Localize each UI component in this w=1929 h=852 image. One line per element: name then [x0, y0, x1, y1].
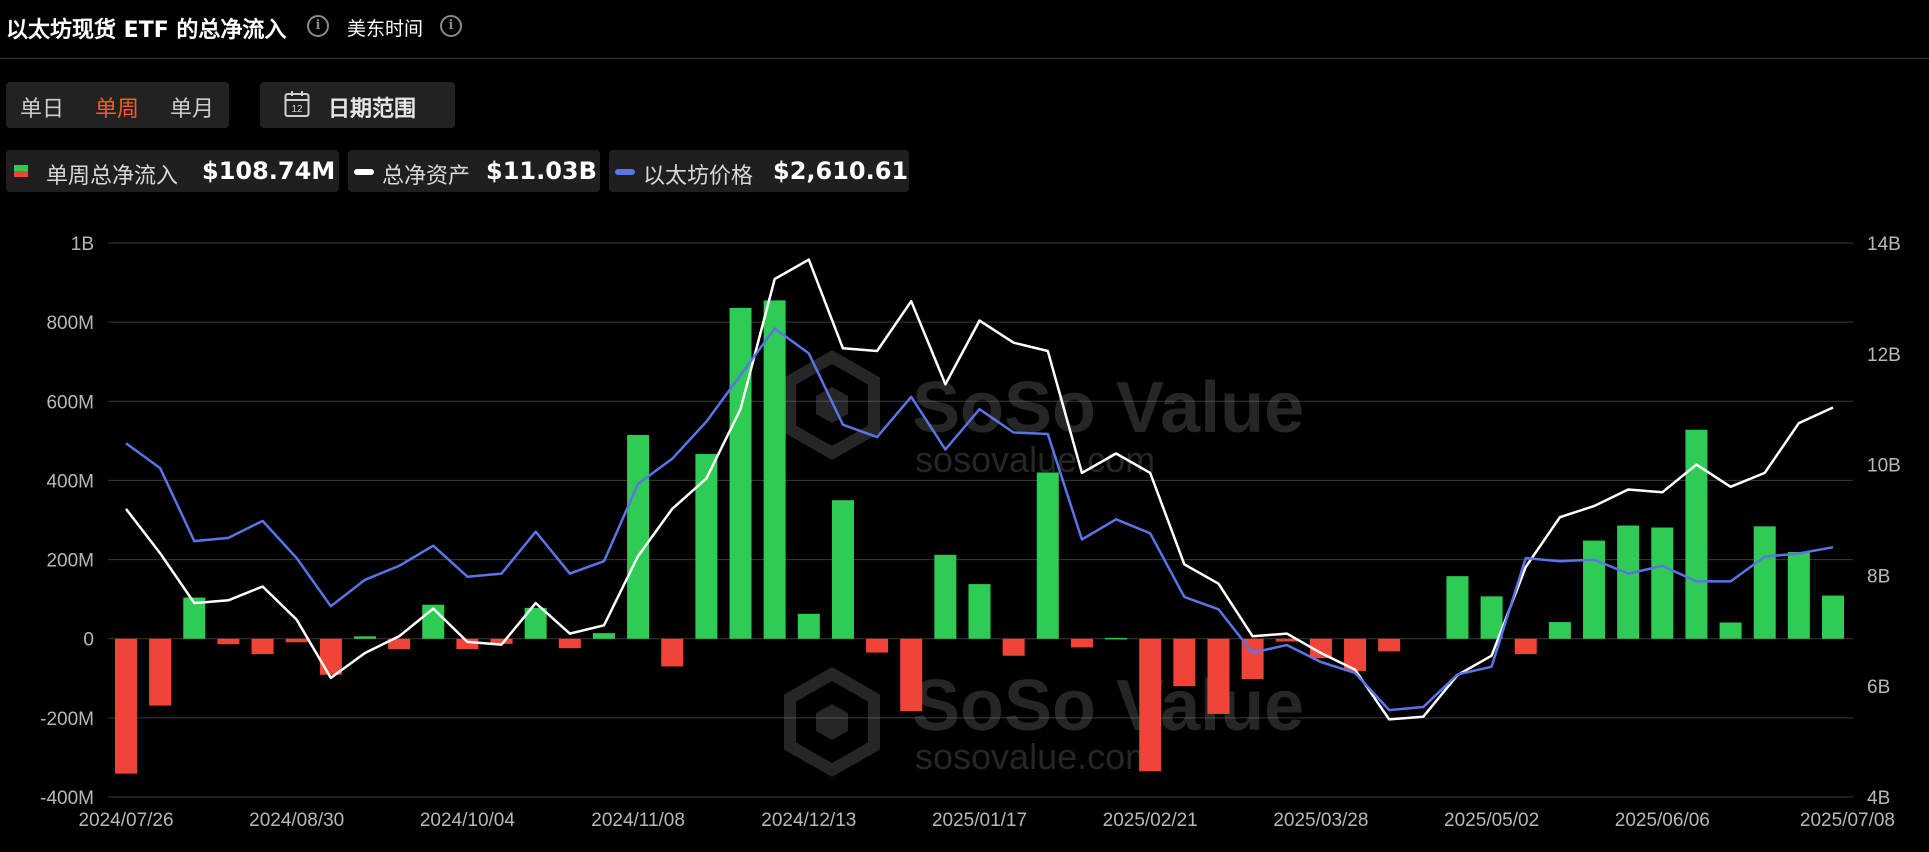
outflow-bar — [149, 638, 172, 706]
x-tick-label: 2025/05/02 — [1444, 810, 1539, 831]
inflow-bar — [1036, 472, 1059, 639]
inflow-bar — [763, 300, 786, 639]
inflow-bar — [1719, 622, 1742, 639]
x-tick-label: 2024/08/30 — [249, 810, 344, 831]
inflow-bar — [934, 554, 957, 639]
outflow-bar — [251, 638, 274, 655]
inflow-bar — [695, 453, 718, 639]
y-left-tick-label: 400M — [46, 471, 94, 492]
outflow-bar — [558, 638, 581, 649]
inflow-bar — [1105, 637, 1128, 640]
outflow-bar — [217, 638, 240, 645]
inflow-bar — [1651, 527, 1674, 639]
inflow-bar — [729, 307, 752, 639]
y-right-tick-label: 10B — [1867, 456, 1901, 477]
x-tick-label: 2025/03/28 — [1273, 810, 1368, 831]
watermark-brand: SoSo Value — [912, 368, 1304, 448]
watermark-url-lower: sosovalue.com — [915, 736, 1155, 777]
inflow-bar — [1617, 525, 1640, 639]
outflow-bar — [1002, 638, 1025, 656]
watermark-logo-icon-lower — [784, 667, 880, 777]
inflow-bar — [831, 500, 854, 639]
outflow-bar — [115, 638, 137, 774]
x-tick-label: 2025/06/06 — [1615, 810, 1710, 831]
inflow-bar — [353, 636, 376, 639]
outflow-bar — [1514, 638, 1537, 655]
x-tick-label: 2024/07/26 — [78, 810, 173, 831]
y-left-tick-label: 800M — [46, 313, 94, 334]
outflow-bar — [285, 638, 308, 643]
outflow-bar — [866, 638, 889, 653]
y-left-tick-label: 0 — [83, 630, 94, 651]
inflow-bar — [1583, 540, 1606, 639]
y-right-tick-label: 14B — [1867, 234, 1901, 255]
x-tick-label: 2025/07/08 — [1800, 810, 1895, 831]
x-tick-label: 2024/12/13 — [761, 810, 856, 831]
y-right-tick-label: 6B — [1867, 677, 1890, 698]
outflow-bar — [900, 638, 923, 712]
inflow-bar — [797, 613, 820, 639]
y-right-tick-label: 4B — [1867, 788, 1890, 809]
outflow-bar — [1070, 638, 1093, 648]
x-tick-label: 2024/10/04 — [420, 810, 516, 831]
y-left-tick-label: 600M — [46, 392, 94, 413]
y-left-tick-label: -400M — [40, 788, 94, 809]
flow-chart: SoSo Value sosovalue.com SoSo Value soso… — [40, 234, 1901, 831]
x-tick-label: 2024/11/08 — [591, 810, 685, 831]
inflow-bar — [1822, 595, 1844, 639]
net-assets-line — [125, 258, 1834, 721]
outflow-bar — [661, 638, 684, 667]
inflow-bar — [968, 584, 991, 639]
x-tick-label: 2025/02/21 — [1103, 810, 1198, 831]
inflow-bar — [1753, 526, 1776, 639]
outflow-bar — [1378, 638, 1401, 652]
inflow-bar — [1685, 429, 1708, 639]
watermark-url: sosovalue.com — [915, 439, 1155, 480]
y-left-tick-label: 200M — [46, 551, 94, 572]
inflow-bar — [592, 633, 615, 639]
inflow-bar — [627, 434, 650, 639]
watermark-logo-icon — [784, 350, 880, 460]
y-left-tick-label: -200M — [40, 709, 94, 730]
x-tick-label: 2025/01/17 — [932, 810, 1027, 831]
outflow-bar — [319, 638, 342, 675]
outflow-bar — [1207, 638, 1230, 714]
y-right-tick-label: 8B — [1867, 566, 1890, 587]
inflow-bar — [1446, 576, 1469, 639]
inflow-bar — [1787, 552, 1810, 639]
outflow-bar — [1173, 638, 1196, 687]
inflow-bar — [1548, 622, 1571, 639]
y-left-tick-label: 1B — [71, 234, 94, 255]
outflow-bar — [1139, 638, 1162, 772]
y-right-tick-label: 12B — [1867, 345, 1901, 366]
